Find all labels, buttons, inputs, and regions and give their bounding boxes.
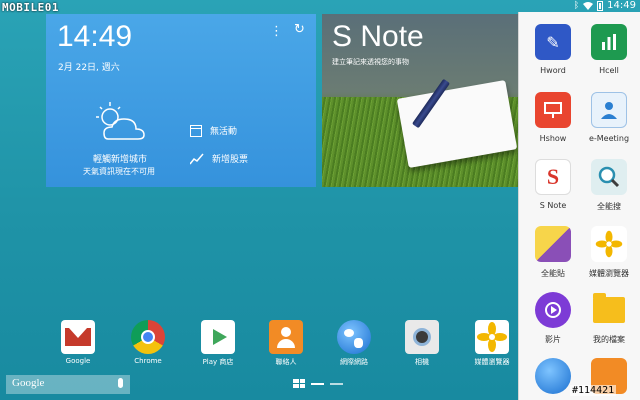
dock-app-camera[interactable]: 相機 bbox=[392, 320, 452, 367]
watermark-logo: MOBILE01 bbox=[2, 1, 59, 14]
camera-icon bbox=[405, 320, 439, 354]
hshow-icon bbox=[535, 92, 571, 128]
dock-label: 網際網路 bbox=[340, 358, 368, 366]
dock-label: Chrome bbox=[134, 357, 162, 365]
events-row[interactable]: 無活動 bbox=[190, 124, 237, 137]
app-my-files[interactable]: 我的檔案 bbox=[579, 292, 639, 345]
dock-app-contacts[interactable]: 聯絡人 bbox=[256, 320, 316, 367]
stocks-label: 新增股票 bbox=[212, 155, 249, 165]
dock-app-google[interactable]: Google bbox=[48, 320, 108, 365]
refresh-icon[interactable]: ↻ bbox=[294, 22, 305, 37]
clock-time: 14:49 bbox=[57, 20, 133, 53]
dock-label: 聯絡人 bbox=[275, 358, 297, 366]
media-browser-icon bbox=[475, 320, 509, 354]
watermark-id: #114421 bbox=[570, 385, 617, 396]
dock-app-play-store[interactable]: Play 商店 bbox=[188, 320, 248, 367]
app-scrapbook[interactable]: 全能貼 bbox=[523, 226, 583, 279]
hword-icon: ✎ bbox=[535, 24, 571, 60]
contacts-icon bbox=[269, 320, 303, 354]
snote-icon: S bbox=[535, 159, 571, 195]
dock-label: Play 商店 bbox=[202, 358, 234, 366]
dock-app-media-browser[interactable]: 媒體瀏覽器 bbox=[462, 320, 522, 367]
mic-icon[interactable] bbox=[118, 378, 123, 388]
app-hcell[interactable]: Hcell bbox=[579, 24, 639, 75]
battery-icon bbox=[597, 0, 604, 11]
snote-title: S Note bbox=[332, 20, 424, 53]
bluetooth-icon: ᛒ bbox=[573, 0, 580, 11]
app-snote[interactable]: S S Note bbox=[523, 159, 583, 210]
app-search[interactable]: 全能搜 bbox=[579, 159, 639, 212]
events-label: 無活動 bbox=[210, 127, 238, 137]
app-label: e-Meeting bbox=[588, 134, 630, 143]
internet-icon bbox=[535, 358, 571, 394]
calendar-icon bbox=[190, 124, 202, 137]
app-label: 全能搜 bbox=[597, 202, 621, 211]
snote-widget[interactable]: S Note 建立筆記來透視您的事物 bbox=[322, 14, 518, 187]
app-hword[interactable]: ✎ Hword bbox=[523, 24, 583, 75]
media-browser-icon bbox=[591, 226, 627, 262]
dock-label: 相機 bbox=[415, 358, 429, 366]
home-grid-icon[interactable] bbox=[293, 379, 305, 388]
gmail-icon bbox=[61, 320, 95, 354]
emeeting-icon bbox=[591, 92, 627, 128]
app-media-browser[interactable]: 媒體瀏覽器 bbox=[579, 226, 639, 279]
app-label: Hshow bbox=[539, 134, 567, 143]
search-app-icon bbox=[591, 159, 627, 195]
google-search-label: Google bbox=[12, 377, 45, 389]
partly-cloudy-icon bbox=[96, 102, 145, 140]
internet-icon bbox=[337, 320, 371, 354]
scrapbook-icon bbox=[535, 226, 571, 262]
app-label: 影片 bbox=[545, 335, 561, 344]
page-indicator[interactable] bbox=[293, 379, 343, 388]
stock-chart-icon bbox=[190, 153, 204, 164]
app-label: 全能貼 bbox=[541, 269, 565, 278]
app-label: Hcell bbox=[599, 66, 619, 75]
app-label: Hword bbox=[540, 66, 566, 75]
dock-label: Google bbox=[65, 357, 91, 365]
clock-date: 2月 22日, 週六 bbox=[58, 63, 120, 73]
status-time: 14:49 bbox=[607, 0, 636, 11]
my-files-icon bbox=[591, 292, 627, 328]
page-dot-active[interactable] bbox=[311, 382, 324, 385]
wifi-icon bbox=[583, 2, 594, 10]
dock-app-internet[interactable]: 網際網路 bbox=[324, 320, 384, 367]
stocks-row[interactable]: 新增股票 bbox=[190, 152, 248, 165]
app-label: 媒體瀏覽器 bbox=[589, 269, 629, 278]
video-icon bbox=[535, 292, 571, 328]
clock-weather-widget[interactable]: 14:49 2月 22日, 週六 ⋮ ↻ 輕觸新增城市 天氣資訊現在不可用 無活… bbox=[46, 14, 316, 187]
app-label: S Note bbox=[539, 201, 567, 210]
app-video[interactable]: 影片 bbox=[523, 292, 583, 345]
hcell-icon bbox=[591, 24, 627, 60]
more-options-icon[interactable]: ⋮ bbox=[270, 24, 283, 39]
status-indicators: ᛒ 14:49 bbox=[574, 0, 636, 11]
city-label[interactable]: 輕觸新增城市 bbox=[93, 152, 147, 165]
page-dot[interactable] bbox=[330, 382, 343, 385]
google-search-bar[interactable]: Google bbox=[6, 375, 130, 394]
dock-label: 媒體瀏覽器 bbox=[474, 358, 510, 366]
app-hshow[interactable]: Hshow bbox=[523, 92, 583, 143]
app-label: 我的檔案 bbox=[593, 335, 625, 344]
chrome-icon bbox=[131, 320, 165, 354]
dock-app-chrome[interactable]: Chrome bbox=[118, 320, 178, 365]
app-emeeting[interactable]: e-Meeting bbox=[579, 92, 639, 143]
app-drawer-panel[interactable]: ✎ Hword Hcell Hshow e-Meeting S S Note 全… bbox=[518, 12, 640, 400]
snote-subtitle: 建立筆記來透視您的事物 bbox=[332, 58, 409, 66]
weather-message: 天氣資訊現在不可用 bbox=[83, 167, 155, 176]
play-store-icon bbox=[201, 320, 235, 354]
